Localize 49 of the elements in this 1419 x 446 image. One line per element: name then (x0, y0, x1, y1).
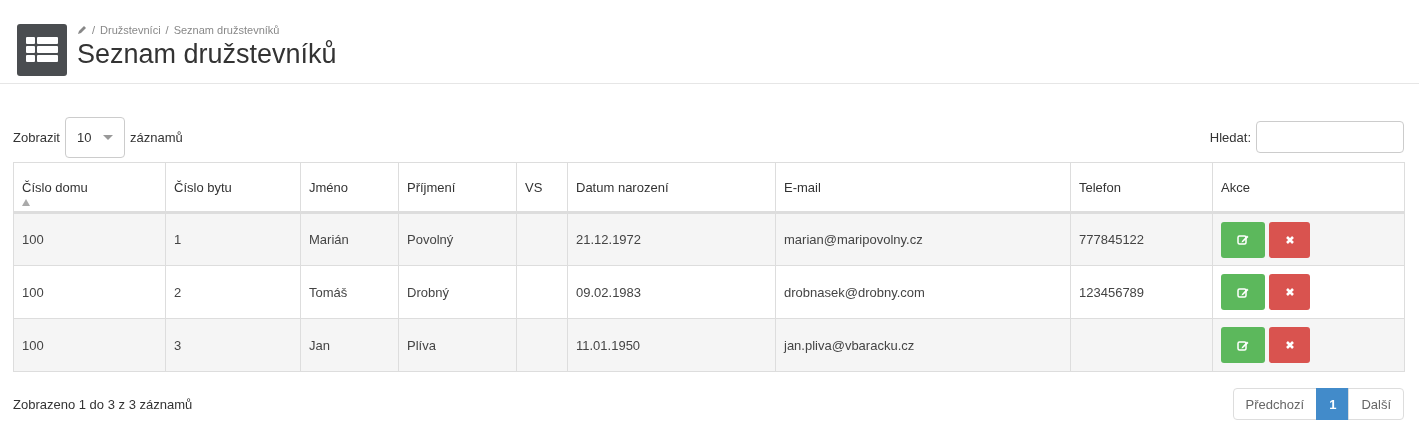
breadcrumb-separator: / (165, 24, 169, 36)
table-cell: drobnasek@drobny.com (784, 284, 925, 300)
records-label: záznamů (129, 129, 183, 145)
caret-icon (102, 134, 113, 140)
table-cell: Plíva (407, 337, 436, 353)
edit-icon (1237, 234, 1249, 245)
table-cell: 123456789 (1079, 284, 1145, 300)
page-button[interactable]: 1 (1316, 388, 1350, 420)
table-cell: Jan (309, 337, 330, 353)
table-cell: Drobný (407, 284, 449, 300)
table-cell: 777845122 (1079, 232, 1145, 247)
page-size-select[interactable]: 10 (64, 116, 125, 158)
list-icon (17, 24, 67, 76)
table-cell: 100 (22, 337, 44, 353)
page-title: Seznam družstevníků (77, 39, 337, 70)
table-cell: 100 (22, 232, 44, 247)
breadcrumb-link[interactable]: Družstevníci (100, 24, 161, 36)
table-cell: marian@maripovolny.cz (784, 232, 923, 247)
table-cell: 21.12.1972 (576, 232, 642, 247)
page-button[interactable]: Další (1348, 388, 1404, 420)
edit-icon (1237, 286, 1249, 298)
close-icon (1284, 287, 1295, 297)
table-cell: 100 (22, 284, 44, 300)
close-icon (1284, 234, 1295, 245)
table-cell: 11.01.1950 (576, 337, 641, 353)
breadcrumb-separator: / (92, 24, 96, 36)
table-cell: 3 (174, 337, 182, 353)
search-field[interactable] (1256, 121, 1404, 153)
edit-button[interactable] (1221, 327, 1265, 363)
table-cell: 09.02.1983 (576, 284, 642, 300)
delete-button[interactable] (1269, 221, 1310, 258)
table-cell: jan.pliva@vbaracku.cz (784, 337, 915, 353)
edit-button[interactable] (1221, 274, 1265, 310)
edit-button[interactable] (1221, 221, 1265, 258)
page-button[interactable]: Předchozí (1232, 388, 1318, 420)
search-label: Hledat: (1209, 129, 1251, 145)
table-cell: Tomáš (309, 284, 348, 300)
show-label: Zobrazit (13, 129, 60, 145)
table-cell: 2 (174, 284, 182, 300)
table-info: Zobrazeno 1 do 3 z 3 záznamů (13, 396, 193, 412)
edit-icon (1237, 339, 1249, 351)
table-cell: Povolný (407, 232, 454, 247)
table-cell: 1 (174, 232, 182, 247)
pencil-icon (77, 25, 87, 35)
delete-button[interactable] (1269, 327, 1310, 363)
delete-button[interactable] (1269, 274, 1310, 310)
breadcrumb-link[interactable]: Seznam družstevníků (173, 24, 280, 36)
table-cell: Marián (309, 232, 349, 247)
close-icon (1284, 340, 1295, 350)
